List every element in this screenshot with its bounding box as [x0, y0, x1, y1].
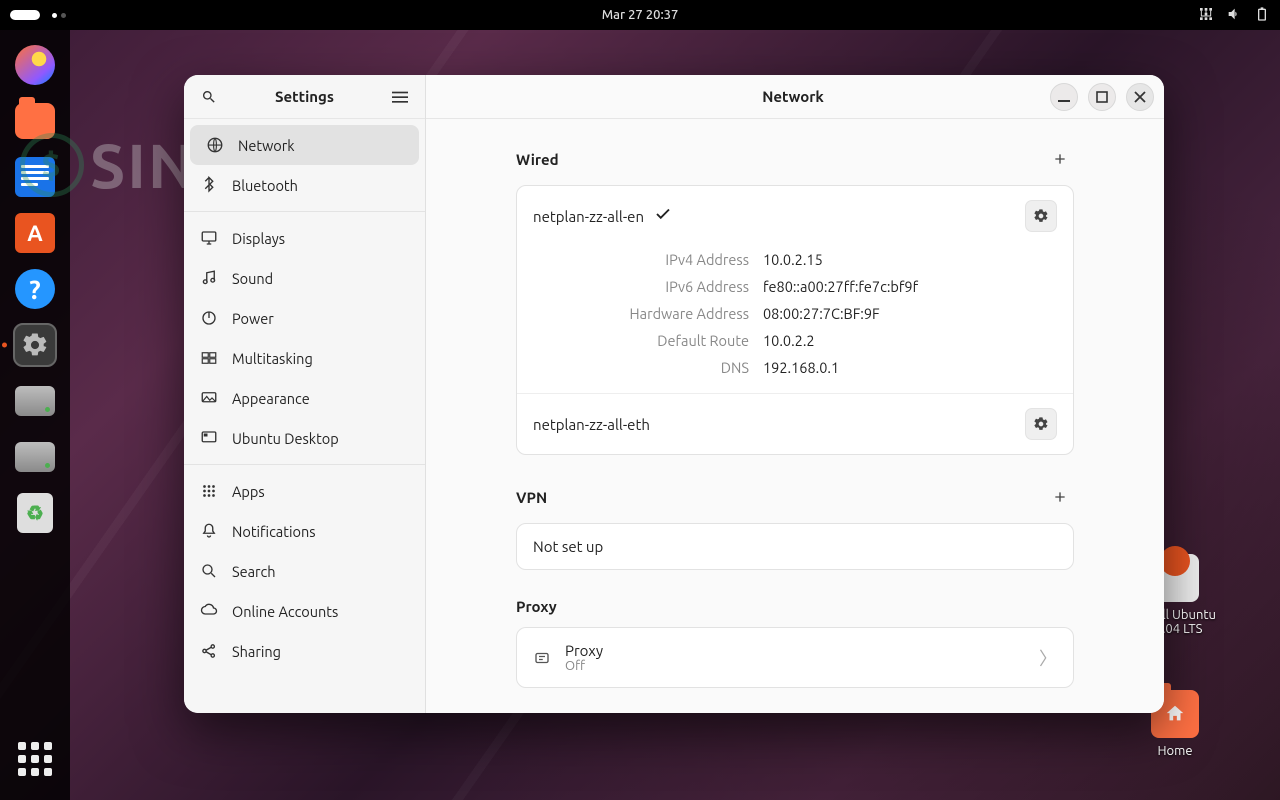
sidebar-item-displays[interactable]: Displays: [184, 218, 425, 258]
sidebar-item-network[interactable]: Network: [190, 125, 419, 165]
wired-connection-1-details: IPv4 Address10.0.2.15 IPv6 Addressfe80::…: [517, 246, 1073, 393]
add-wired-button[interactable]: [1046, 145, 1074, 173]
sidebar-item-ubuntu-desktop[interactable]: Ubuntu Desktop: [184, 418, 425, 458]
show-applications[interactable]: [12, 736, 58, 782]
proxy-title: Proxy: [565, 642, 603, 659]
sidebar-item-notifications[interactable]: Notifications: [184, 511, 425, 551]
sidebar-title: Settings: [224, 88, 385, 105]
top-bar: Mar 27 20:37: [0, 0, 1280, 30]
volume-icon[interactable]: [1226, 6, 1242, 25]
proxy-state: Off: [565, 659, 603, 673]
window-close-button[interactable]: [1126, 83, 1154, 111]
proxy-heading: Proxy: [516, 598, 557, 615]
dock-help[interactable]: ?: [12, 266, 58, 312]
dock-firefox[interactable]: [12, 42, 58, 88]
check-icon: [654, 205, 672, 227]
sidebar-item-bluetooth[interactable]: Bluetooth: [184, 165, 425, 205]
dock-settings[interactable]: [12, 322, 58, 368]
battery-icon[interactable]: [1254, 6, 1270, 25]
wired-connection-1[interactable]: netplan-zz-all-en: [517, 186, 1073, 246]
activities-pill[interactable]: [10, 10, 40, 20]
wired-conn1-settings-button[interactable]: [1025, 200, 1057, 232]
window-maximize-button[interactable]: [1088, 83, 1116, 111]
sidebar-item-appearance[interactable]: Appearance: [184, 378, 425, 418]
sidebar-search-button[interactable]: [194, 82, 224, 112]
wired-connection-2[interactable]: netplan-zz-all-eth: [517, 393, 1073, 454]
add-vpn-button[interactable]: [1046, 483, 1074, 511]
network-status-icon[interactable]: [1198, 6, 1214, 25]
vpn-empty-label: Not set up: [533, 538, 603, 555]
proxy-icon: [533, 649, 551, 667]
sidebar-item-online-accounts[interactable]: Online Accounts: [184, 591, 425, 631]
dock-drive-2[interactable]: [12, 434, 58, 480]
content-title: Network: [536, 88, 1050, 105]
sidebar-hamburger-button[interactable]: [385, 82, 415, 112]
wired-heading: Wired: [516, 151, 559, 168]
chevron-right-icon: 〉: [1039, 645, 1057, 671]
dock-software[interactable]: A: [12, 210, 58, 256]
wired-card: netplan-zz-all-en IPv4 Address10.0.2.15 …: [516, 185, 1074, 455]
sidebar-item-sharing[interactable]: Sharing: [184, 631, 425, 671]
clock[interactable]: Mar 27 20:37: [602, 8, 679, 22]
window-minimize-button[interactable]: [1050, 83, 1078, 111]
sidebar-item-apps[interactable]: Apps: [184, 471, 425, 511]
settings-content: Network Wired netplan-zz-all-en: [426, 75, 1164, 713]
wired-conn2-settings-button[interactable]: [1025, 408, 1057, 440]
proxy-card[interactable]: Proxy Off 〉: [516, 627, 1074, 688]
sidebar-item-power[interactable]: Power: [184, 298, 425, 338]
dock-drive-1[interactable]: [12, 378, 58, 424]
vpn-card: Not set up: [516, 523, 1074, 570]
sidebar-item-search[interactable]: Search: [184, 551, 425, 591]
settings-sidebar: Settings Network Bluetooth Displays Soun…: [184, 75, 426, 713]
settings-window: Settings Network Bluetooth Displays Soun…: [184, 75, 1164, 713]
sidebar-item-sound[interactable]: Sound: [184, 258, 425, 298]
dock-trash[interactable]: ♻: [12, 490, 58, 536]
vpn-heading: VPN: [516, 489, 547, 506]
sidebar-item-multitasking[interactable]: Multitasking: [184, 338, 425, 378]
